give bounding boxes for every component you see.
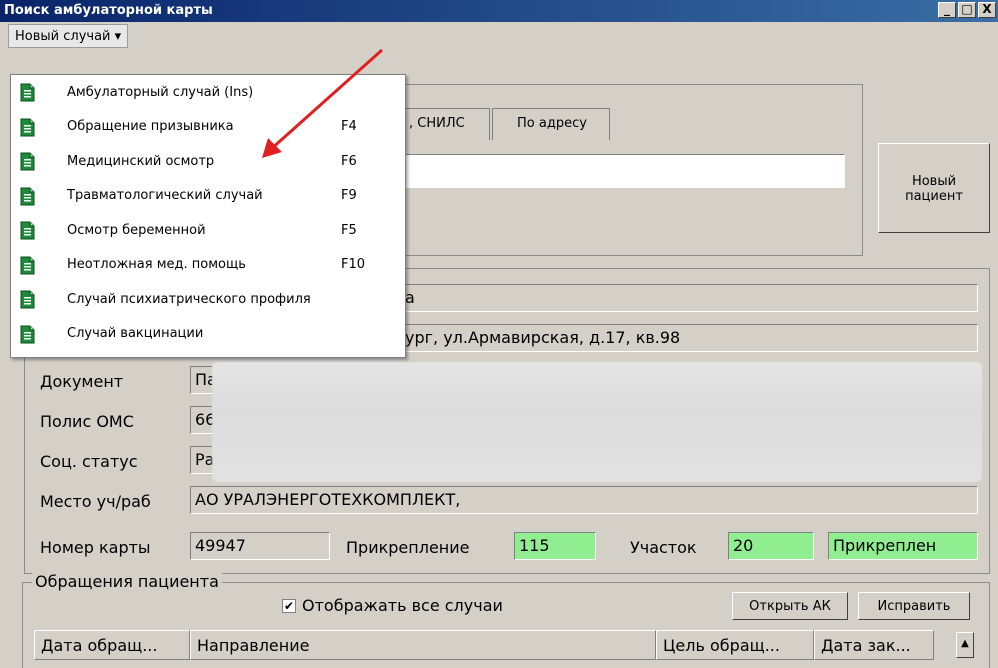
card-number-label: Номер карты — [40, 538, 151, 557]
new-patient-button[interactable]: Новый пациент — [878, 143, 990, 233]
menu-item-shortcut: F6 — [341, 153, 357, 169]
work-label: Место уч/раб — [40, 492, 151, 511]
new-patient-label-line1: Новый — [911, 174, 957, 189]
menu-item[interactable]: Случай психиатрического профиля — [11, 282, 405, 317]
new-case-dropdown-button[interactable]: Новый случай ▾ — [8, 24, 129, 48]
minimize-button[interactable]: _ — [938, 2, 956, 18]
menu-item-shortcut: F5 — [341, 222, 357, 238]
document-icon — [20, 152, 35, 171]
document-icon — [20, 118, 35, 136]
menu-item-shortcut: F10 — [341, 257, 366, 273]
show-all-cases-label: Отображать все случаи — [302, 596, 503, 615]
menu-item-label: Амбулаторный случай (Ins) — [67, 84, 254, 100]
window-title: Поиск амбулаторной карты — [4, 3, 213, 18]
show-all-cases-checkbox[interactable]: ✔ — [282, 598, 296, 613]
edit-button[interactable]: Исправить — [858, 592, 970, 620]
menu-item-label: Случай психиатрического профиля — [67, 291, 311, 307]
new-case-menu: Амбулаторный случай (Ins) Обращение призы… — [10, 74, 406, 358]
document-icon — [20, 83, 35, 102]
polis-label: Полис ОМС — [40, 412, 134, 431]
document-icon — [20, 187, 35, 205]
menu-item-label: Осмотр беременной — [67, 222, 206, 238]
patient-address-field: ург, ул.Армавирская, д.17, кв.98 — [400, 324, 978, 352]
menu-item[interactable]: Обращение призывника F4 — [11, 110, 405, 145]
attachment-label: Прикрепление — [346, 538, 470, 557]
area-label: Участок — [630, 538, 697, 557]
close-button[interactable]: X — [978, 2, 996, 18]
social-status-label: Соц. статус — [40, 452, 138, 471]
menu-item[interactable]: Неотложная мед. помощь F10 — [11, 248, 405, 283]
window-controls: _ □ X — [938, 2, 996, 18]
menu-item-label: Обращение призывника — [67, 119, 234, 135]
menu-item-label: Медицинский осмотр — [67, 153, 215, 169]
area-field: 20 — [728, 532, 814, 560]
document-label: Документ — [40, 372, 124, 391]
tab-snils[interactable]: , СНИЛС — [400, 108, 490, 140]
menu-item[interactable]: Медицинский осмотр F6 — [11, 144, 405, 179]
column-header[interactable]: Дата зак... — [814, 630, 934, 660]
scroll-up-arrow-icon[interactable]: ▲ — [956, 632, 974, 658]
appeals-grid-header: Дата обращ... Направление Цель обращ... … — [34, 630, 974, 660]
menu-item-shortcut: F4 — [341, 119, 357, 135]
menu-item[interactable]: Осмотр беременной F5 — [11, 213, 405, 248]
menu-item[interactable]: Амбулаторный случай (Ins) — [11, 75, 405, 110]
toolbar — [0, 22, 998, 74]
menu-item-shortcut: F9 — [341, 188, 357, 204]
menu-item[interactable]: Случай вакцинации — [11, 317, 405, 352]
attachment-status-field: Прикреплен — [828, 532, 978, 560]
document-icon — [20, 290, 35, 309]
work-field: АО УРАЛЭНЕРГОТЕХКОМПЛЕКТ, — [190, 486, 978, 514]
open-ak-button[interactable]: Открыть АК — [732, 592, 848, 620]
card-number-field: 49947 — [190, 532, 330, 560]
patient-name-field: а — [400, 284, 978, 312]
app-window: Поиск амбулаторной карты _ □ X Новый слу… — [0, 0, 998, 668]
maximize-button[interactable]: □ — [958, 2, 976, 18]
document-icon — [20, 325, 35, 343]
menu-item-label: Травматологический случай — [67, 188, 263, 204]
search-input[interactable] — [400, 154, 845, 188]
tab-address[interactable]: По адресу — [492, 108, 610, 140]
menu-item-label: Случай вакцинации — [67, 326, 204, 342]
menu-item[interactable]: Травматологический случай F9 — [11, 179, 405, 214]
attachment-field: 115 — [514, 532, 596, 560]
appeals-title: Обращения пациента — [32, 572, 222, 591]
new-patient-label-line2: пациент — [905, 189, 963, 204]
redacted-area — [212, 362, 982, 482]
column-header[interactable]: Цель обращ... — [656, 630, 814, 660]
show-all-cases-checkbox-wrap[interactable]: ✔ Отображать все случаи — [282, 596, 503, 615]
menu-item-label: Неотложная мед. помощь — [67, 257, 246, 273]
document-icon — [20, 256, 35, 274]
document-icon — [20, 221, 35, 240]
title-bar: Поиск амбулаторной карты _ □ X — [0, 0, 998, 22]
column-header[interactable]: Направление — [190, 630, 656, 660]
column-header[interactable]: Дата обращ... — [34, 630, 190, 660]
